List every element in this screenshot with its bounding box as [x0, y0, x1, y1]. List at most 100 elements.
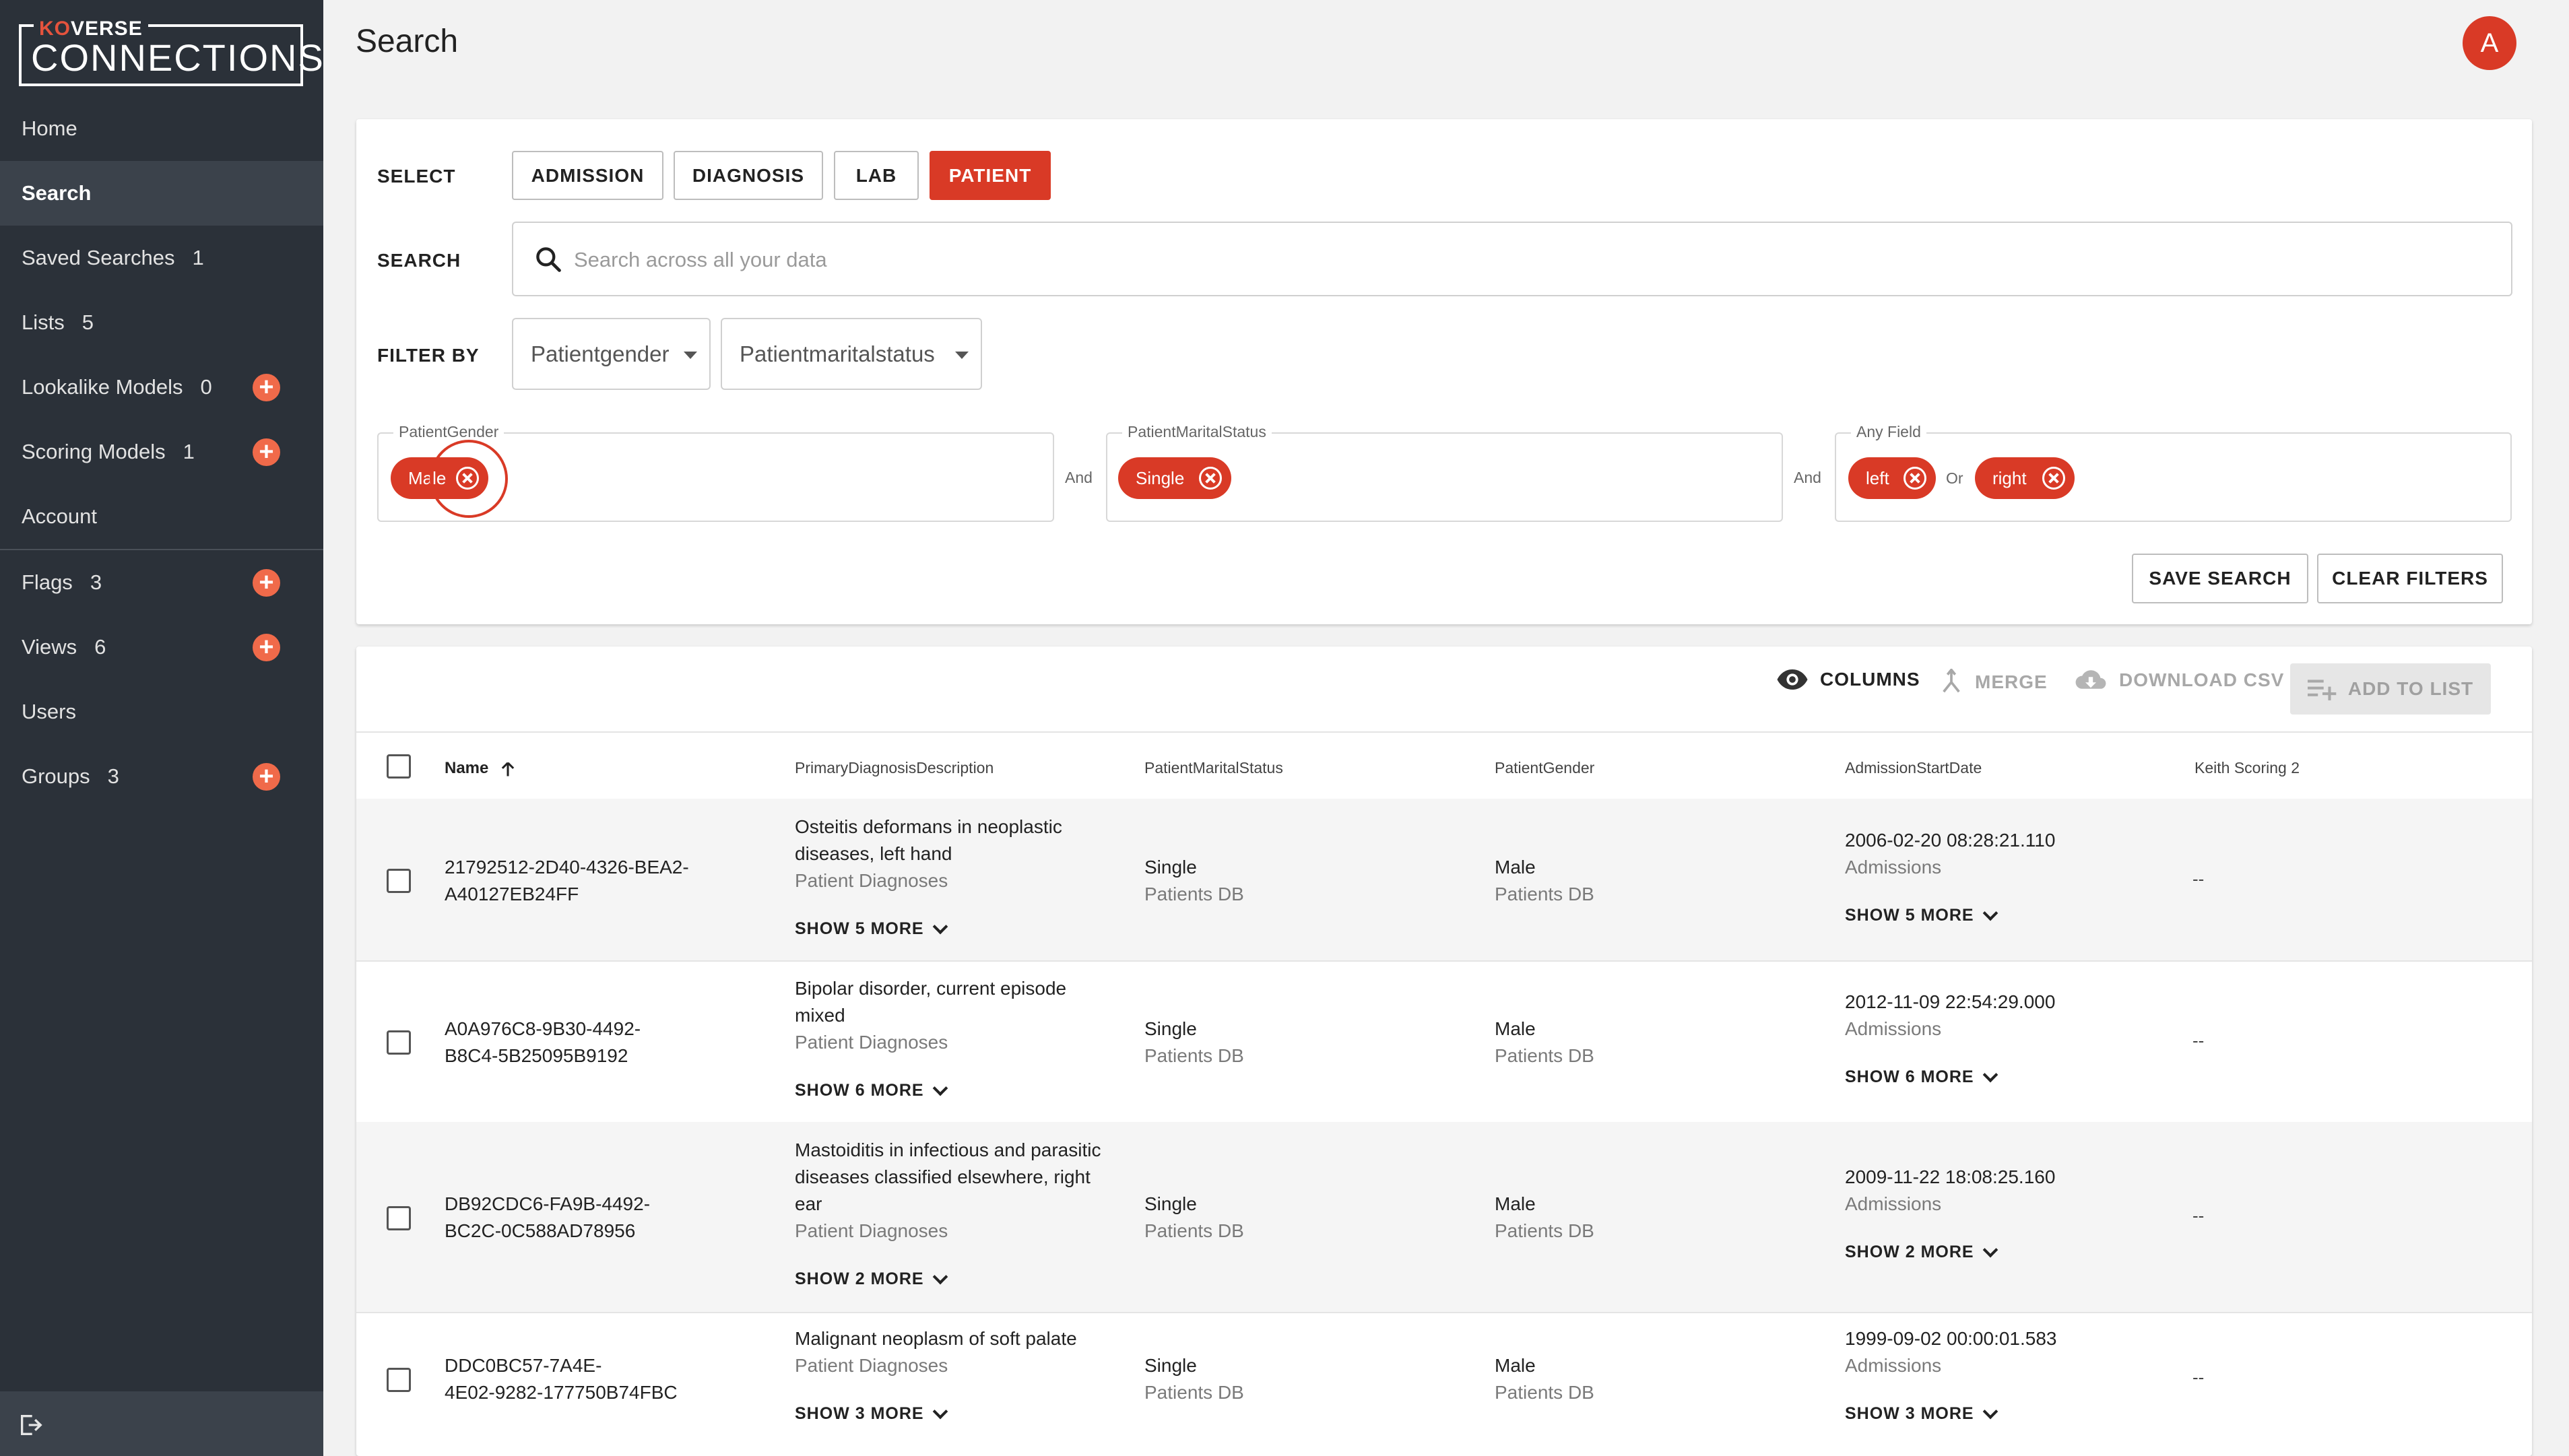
filter-select-patientmaritalstatus[interactable]: Patientmaritalstatus: [721, 318, 982, 390]
click-highlight-ring: [430, 440, 508, 518]
chevron-down-icon: [955, 352, 969, 359]
row-name-line[interactable]: A0A976C8-9B30-4492-: [445, 1016, 641, 1043]
row-name-line[interactable]: DDC0BC57-7A4E-: [445, 1352, 601, 1379]
sidebar-item-home[interactable]: Home: [0, 96, 323, 161]
chip-label: right: [1992, 467, 2027, 488]
table-row[interactable]: [356, 960, 2532, 1122]
cloud-download-icon: [2075, 670, 2106, 689]
sidebar-item-search[interactable]: Search: [0, 161, 323, 226]
filter-legend: Any Field: [1851, 423, 1926, 441]
show-more-label: SHOW 3 MORE: [795, 1404, 924, 1423]
column-header-keith-scoring-2[interactable]: Keith Scoring 2: [2194, 759, 2300, 777]
gender-source: Patients DB: [1495, 1220, 1594, 1241]
diagnosis-show-more-button[interactable]: SHOW 3 MORE: [795, 1403, 948, 1424]
sidebar-item-flags[interactable]: Flags 3 +: [0, 550, 323, 615]
admission-show-more-button[interactable]: SHOW 5 MORE: [1845, 905, 1998, 925]
admission-date-value: 2012-11-09 22:54:29.000: [1845, 991, 2056, 1012]
eye-icon: [1777, 669, 1808, 690]
marital-status-value: Single: [1144, 1018, 1197, 1039]
chip-label: left: [1866, 467, 1889, 488]
add-view-plus-icon[interactable]: +: [253, 634, 280, 661]
sidebar-item-saved-searches[interactable]: Saved Searches 1: [0, 226, 323, 290]
column-header-name[interactable]: Name: [445, 759, 517, 779]
sidebar-item-scoring-models[interactable]: Scoring Models 1 +: [0, 420, 323, 484]
sidebar-item-label: Views: [22, 635, 77, 659]
table-row[interactable]: [356, 1312, 2532, 1449]
gender-value: Male: [1495, 1018, 1536, 1039]
row-checkbox[interactable]: [387, 1206, 411, 1230]
admission-show-more-button[interactable]: SHOW 3 MORE: [1845, 1403, 1998, 1424]
score-value: --: [2192, 1205, 2205, 1226]
column-header-primarydiagnosisdescription[interactable]: PrimaryDiagnosisDescription: [795, 759, 994, 777]
gender-source: Patients DB: [1495, 1382, 1594, 1403]
diagnosis-line: ear: [795, 1193, 822, 1214]
sidebar-item-groups[interactable]: Groups 3 +: [0, 744, 323, 809]
marital-status-value: Single: [1144, 1193, 1197, 1214]
admission-date-value: 1999-09-02 00:00:01.583: [1845, 1328, 2057, 1349]
remove-chip-icon[interactable]: [1904, 467, 1926, 490]
diagnosis-show-more-button[interactable]: SHOW 6 MORE: [795, 1080, 948, 1100]
row-name-line[interactable]: DB92CDC6-FA9B-4492-: [445, 1191, 650, 1218]
add-group-plus-icon[interactable]: +: [253, 763, 280, 791]
app-logo[interactable]: KOVERSE CONNECTIONS: [19, 18, 323, 86]
add-lookalike-model-plus-icon[interactable]: +: [253, 374, 280, 401]
chevron-down-icon: [1982, 1067, 1998, 1082]
row-name-line[interactable]: 21792512-2D40-4326-BEA2-: [445, 854, 689, 881]
sidebar-item-label: Home: [22, 117, 77, 140]
logout-icon[interactable]: [18, 1412, 44, 1438]
sidebar-item-views[interactable]: Views 6 +: [0, 615, 323, 680]
row-name-line[interactable]: A40127EB24FF: [445, 881, 579, 908]
save-search-button[interactable]: SAVE SEARCH: [2132, 554, 2308, 603]
sidebar-item-lists[interactable]: Lists 5: [0, 290, 323, 355]
columns-label: COLUMNS: [1820, 669, 1920, 690]
diagnosis-show-more-button[interactable]: SHOW 5 MORE: [795, 919, 948, 939]
row-divider: [356, 1312, 2532, 1313]
row-checkbox[interactable]: [387, 1368, 411, 1392]
add-scoring-model-plus-icon[interactable]: +: [253, 438, 280, 466]
admission-show-more-button[interactable]: SHOW 2 MORE: [1845, 1242, 1998, 1262]
type-patient-button[interactable]: PATIENT: [930, 151, 1051, 200]
user-avatar[interactable]: A: [2463, 16, 2516, 70]
sidebar-item-count: 3: [90, 570, 102, 594]
column-header-admissionstartdate[interactable]: AdmissionStartDate: [1845, 759, 1982, 777]
column-header-patientmaritalstatus[interactable]: PatientMaritalStatus: [1144, 759, 1283, 777]
add-flag-plus-icon[interactable]: +: [253, 569, 280, 597]
merge-button[interactable]: MERGE: [1940, 669, 2048, 696]
row-name-line[interactable]: 4E02-9282-177750B74FBC: [445, 1379, 678, 1406]
show-more-label: SHOW 6 MORE: [1845, 1067, 1974, 1086]
type-admission-button[interactable]: ADMISSION: [512, 151, 663, 200]
type-lab-button[interactable]: LAB: [834, 151, 919, 200]
filter-select-patientgender[interactable]: Patientgender: [512, 318, 711, 390]
remove-chip-icon[interactable]: [2042, 467, 2065, 490]
filter-chip-right: right: [1975, 457, 2075, 499]
diagnosis-line: Bipolar disorder, current episode: [795, 978, 1067, 999]
column-header-patientgender[interactable]: PatientGender: [1495, 759, 1594, 777]
show-more-label: SHOW 6 MORE: [795, 1081, 924, 1100]
row-name-line[interactable]: BC2C-0C588AD78956: [445, 1218, 635, 1245]
diagnosis-show-more-button[interactable]: SHOW 2 MORE: [795, 1269, 948, 1289]
sidebar-footer: [0, 1391, 323, 1456]
row-checkbox[interactable]: [387, 1030, 411, 1055]
table-row[interactable]: [356, 1122, 2532, 1312]
filter-box-any-field: Any Field left Or right: [1835, 423, 2512, 522]
admission-show-more-button[interactable]: SHOW 6 MORE: [1845, 1067, 1998, 1087]
sidebar-item-lookalike-models[interactable]: Lookalike Models 0 +: [0, 355, 323, 420]
page-title: Search: [356, 24, 459, 59]
download-csv-button[interactable]: DOWNLOAD CSV: [2075, 669, 2284, 692]
add-to-list-button[interactable]: ADD TO LIST: [2290, 663, 2491, 715]
gender-source: Patients DB: [1495, 884, 1594, 904]
sidebar-item-account[interactable]: Account: [0, 484, 323, 549]
sidebar-item-users[interactable]: Users: [0, 680, 323, 744]
columns-button[interactable]: COLUMNS: [1777, 669, 1920, 690]
clear-filters-button[interactable]: CLEAR FILTERS: [2317, 554, 2503, 603]
type-diagnosis-button[interactable]: DIAGNOSIS: [674, 151, 823, 200]
select-all-checkbox[interactable]: [387, 754, 411, 779]
diagnosis-source: Patient Diagnoses: [795, 1355, 948, 1376]
row-name-line[interactable]: B8C4-5B25095B9192: [445, 1043, 628, 1069]
remove-chip-icon[interactable]: [1199, 467, 1222, 490]
conjunction-or: Or: [1946, 469, 1963, 487]
search-input[interactable]: [574, 236, 2393, 284]
filter-legend: PatientGender: [393, 423, 505, 441]
row-checkbox[interactable]: [387, 869, 411, 893]
sidebar-item-count: 1: [192, 246, 204, 269]
